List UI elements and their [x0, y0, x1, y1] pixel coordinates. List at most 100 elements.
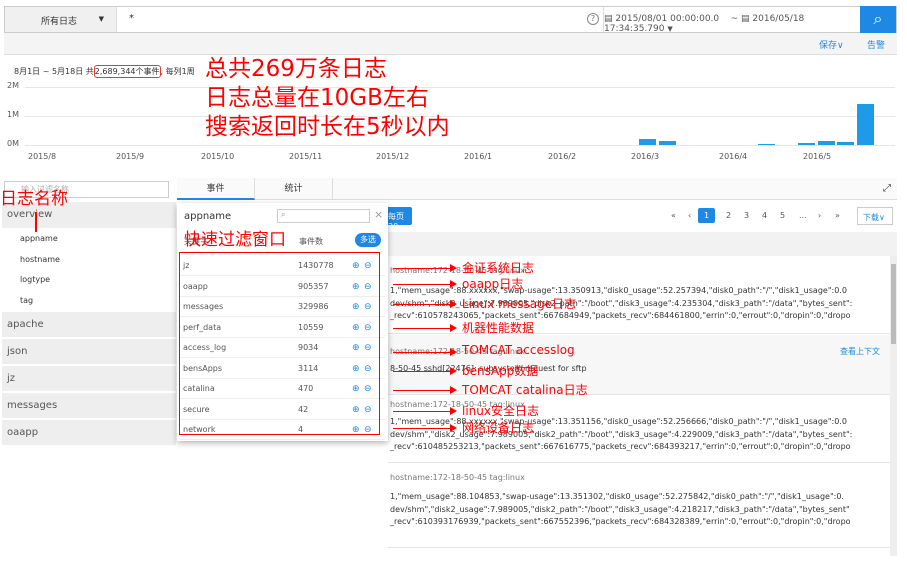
sidebar: 输入过滤名称 overview appname hostname logtype… — [0, 178, 176, 560]
gridline — [25, 145, 895, 146]
summary-suffix: , 每列1周 — [160, 67, 195, 76]
sidebar-item-logtype[interactable]: logtype — [20, 275, 50, 284]
chart-bar[interactable] — [758, 144, 776, 145]
x-tick-label: 2015/12 — [376, 152, 410, 161]
annotation-label: 网络设备日志 — [462, 421, 535, 435]
sidebar-group-jz[interactable]: jz — [2, 366, 176, 392]
per-page-button[interactable]: 每页20 — [388, 207, 412, 231]
log-select[interactable]: 所有日志 ▼ — [5, 7, 117, 32]
event-line: _recv":610393176939,"packets_sent":66755… — [390, 517, 851, 526]
sidebar-group-messages[interactable]: messages — [2, 393, 176, 419]
annotation-label: 机器性能数据 — [462, 321, 535, 335]
annotation-label: bensApp数据 — [462, 364, 539, 378]
page-link[interactable]: 4 — [762, 211, 767, 220]
tab-stats[interactable]: 统计 — [255, 178, 333, 200]
sidebar-group-json[interactable]: json — [2, 339, 176, 365]
search-button[interactable]: ⌕ — [860, 6, 896, 33]
annotation-arrow — [393, 386, 457, 394]
header-count: 事件数 — [299, 237, 323, 246]
x-tick-label: 2016/3 — [631, 152, 660, 161]
annotation-speed: 搜索返回时长在5秒以内 — [205, 114, 450, 140]
x-tick-label: 2016/2 — [548, 152, 577, 161]
help-icon[interactable]: ? — [587, 13, 599, 25]
gridline — [25, 116, 895, 117]
download-button[interactable]: 下载∨ — [857, 207, 893, 225]
toolbar: 保存∨ 告警 — [4, 33, 897, 55]
chart-bar[interactable] — [857, 103, 875, 145]
search-icon: ⌕ — [281, 210, 286, 219]
date-sep: ~ — [730, 14, 739, 24]
sidebar-group-oaapp[interactable]: oaapp — [2, 420, 176, 446]
y-tick-label: 2M — [7, 81, 19, 90]
x-tick-label: 2015/11 — [289, 152, 323, 161]
annotation-label: TOMCAT catalina日志 — [462, 383, 588, 397]
popup-title: appname — [184, 211, 232, 222]
chart-bar[interactable] — [837, 142, 855, 145]
annotation-label: oaapp日志 — [462, 277, 524, 291]
sidebar-item-tag[interactable]: tag — [20, 296, 33, 305]
save-button[interactable]: 保存∨ — [819, 38, 844, 51]
multi-select-button[interactable]: 多选 — [355, 233, 381, 247]
event-line: dev/shm","disk2_usage":7.989005,"disk2_p… — [390, 504, 850, 514]
events-header — [388, 232, 897, 256]
page-link[interactable]: 3 — [744, 211, 749, 220]
caret-down-icon: ▼ — [98, 15, 104, 23]
x-tick-label: 2016/1 — [464, 152, 493, 161]
page-link[interactable]: « — [671, 211, 676, 220]
x-tick-label: 2016/4 — [719, 152, 748, 161]
tab-bar: 事件 统计 ⤢ — [177, 178, 897, 200]
annotation-box — [179, 252, 380, 435]
chart-bar[interactable] — [797, 142, 815, 145]
expand-icon[interactable]: ⤢ — [883, 183, 891, 194]
calendar-icon: ▤ — [604, 14, 613, 24]
page-link[interactable]: 2 — [726, 211, 731, 220]
date-range-picker[interactable]: ▤ 2015/08/01 00:00:00.0 ~ ▤ 2016/05/18 1… — [603, 7, 863, 34]
caret-down-icon: ▼ — [667, 25, 673, 33]
summary-text: 8月1日 ~ 5月18日 共2,689,344个事件, 每列1周 — [14, 65, 195, 78]
view-context-link[interactable]: 查看上下文 — [840, 346, 880, 357]
page-link[interactable]: › — [818, 211, 821, 220]
alert-button[interactable]: 告警 — [867, 38, 885, 51]
scrollbar[interactable] — [890, 256, 897, 556]
page-link[interactable]: 5 — [780, 211, 785, 220]
close-icon[interactable]: × — [374, 208, 383, 221]
summary-prefix: 8月1日 ~ 5月18日 共 — [14, 67, 94, 76]
tab-events[interactable]: 事件 — [177, 178, 255, 200]
annotation-label: Linux message日志 — [462, 297, 577, 311]
annotation-arrow — [393, 300, 457, 308]
annotation-arrow — [393, 348, 457, 356]
chart-bar[interactable] — [659, 140, 677, 145]
event-line: 1,"mem_usage":88.xxxxxx,"swap-usage":13.… — [390, 286, 847, 295]
sidebar-item-appname[interactable]: appname — [20, 234, 58, 243]
event-item — [388, 548, 890, 568]
annotation-label: 金证系统日志 — [462, 261, 535, 275]
scrollbar-thumb[interactable] — [891, 264, 896, 344]
event-line: dev/shm","disk2_usage":7.989005,"disk2_p… — [390, 298, 853, 308]
event-line: 1,"mem_usage":88.104853,"swap-usage":13.… — [390, 492, 844, 501]
date-from: 2015/08/01 00:00:00.0 — [615, 14, 720, 24]
y-tick-label: 1M — [7, 110, 19, 119]
search-icon: ⌕ — [873, 9, 883, 28]
calendar-icon: ▤ — [741, 14, 750, 24]
page-link[interactable]: ‹ — [688, 211, 691, 220]
annotation-arrow — [393, 324, 457, 332]
page-link[interactable]: ... — [799, 211, 807, 220]
page-link[interactable]: 1 — [698, 208, 716, 223]
y-tick-label: 0M — [7, 139, 19, 148]
chart-bar[interactable] — [639, 138, 657, 145]
popup-search-input[interactable]: ⌕ — [277, 209, 370, 223]
annotation-arrow — [393, 407, 457, 415]
event-line: 1,"mem_usage":88.xxxxxx,"swap-usage":13.… — [390, 417, 847, 426]
annotation-arrow — [393, 264, 457, 272]
annotation-arrow — [393, 280, 457, 288]
page-link[interactable]: » — [835, 211, 840, 220]
x-tick-label: 2016/5 — [803, 152, 832, 161]
sidebar-group-apache[interactable]: apache — [2, 312, 176, 338]
annotation-label: linux安全日志 — [462, 404, 539, 418]
gridline — [25, 87, 895, 88]
x-tick-label: 2015/9 — [116, 152, 145, 161]
query-input[interactable]: * — [129, 13, 134, 24]
annotation-arrow — [393, 424, 457, 432]
sidebar-item-hostname[interactable]: hostname — [20, 255, 60, 264]
chart-bar[interactable] — [817, 140, 835, 145]
